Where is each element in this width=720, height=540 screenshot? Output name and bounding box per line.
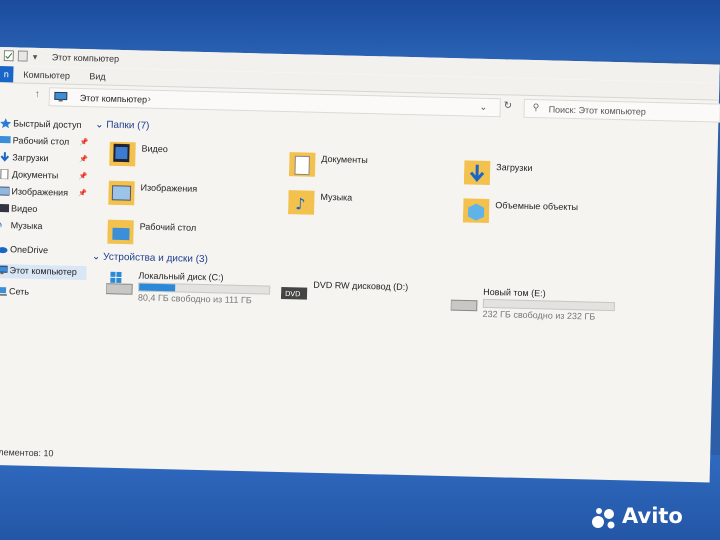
watermark-text: Avito [622, 504, 683, 528]
sidebar-item-quick-access[interactable]: Быстрый доступ [0, 117, 90, 133]
pin-icon[interactable]: 📌 [78, 189, 87, 197]
sidebar-item-label: Быстрый доступ [13, 118, 82, 131]
window-title: Этот компьютер [51, 52, 120, 64]
folder-label: Загрузки [496, 162, 533, 174]
video-icon [0, 203, 10, 213]
music-folder-icon: ♪ [288, 186, 317, 217]
folder-documents[interactable]: Документы [288, 148, 460, 188]
up-arrow-icon[interactable]: ↑ [35, 89, 40, 100]
images-folder-icon [108, 177, 137, 208]
folder-label: Объемные объекты [495, 200, 579, 213]
drive-c[interactable]: Локальный диск (C:) 80,4 ГБ свободно из … [105, 270, 277, 306]
content-pane: ⌄ Папки (7) Видео Документы Загрузки Изо… [82, 119, 718, 464]
tab-view[interactable]: Вид [89, 71, 106, 81]
downloads-folder-icon [463, 156, 493, 187]
tab-file[interactable]: n [0, 65, 14, 83]
sidebar-item-images[interactable]: Изображения 📌 [0, 185, 89, 201]
sidebar-item-onedrive[interactable]: OneDrive [0, 243, 87, 259]
address-path: Этот компьютер [79, 92, 148, 105]
sidebar-item-label: Рабочий стол [12, 135, 70, 147]
folders-group-header[interactable]: ⌄ Папки (7) [95, 119, 150, 131]
pin-icon[interactable]: 📌 [80, 138, 89, 146]
svg-text:DVD: DVD [285, 290, 301, 298]
drive-e[interactable]: Новый том (E:) 232 ГБ свободно из 232 ГБ [450, 286, 622, 322]
sidebar-item-label: OneDrive [9, 244, 49, 256]
chevron-down-icon: ⌄ [91, 251, 101, 263]
pin-icon[interactable]: 📌 [79, 155, 88, 163]
chevron-down-icon: ⌄ [94, 119, 104, 131]
documents-folder-icon [288, 148, 318, 179]
sidebar-item-label: Этот компьютер [9, 265, 77, 277]
computer-icon [54, 91, 68, 104]
windows-drive-icon [105, 270, 135, 301]
quick-access-dropdown-icon[interactable]: ▾ [33, 52, 43, 63]
folder-downloads[interactable]: Загрузки [463, 156, 635, 196]
drive-label: Локальный диск (C:) [138, 270, 224, 283]
sidebar-item-desktop[interactable]: Рабочий стол 📌 [0, 134, 90, 150]
search-placeholder: Поиск: Этот компьютер [548, 104, 646, 117]
address-dropdown-icon[interactable]: ⌄ [480, 102, 488, 113]
folder-label: Документы [321, 153, 368, 166]
folder-label: Видео [141, 143, 168, 155]
computer-icon [0, 265, 9, 275]
drive-label: Новый том (E:) [483, 286, 546, 299]
hard-drive-icon [450, 286, 480, 317]
sidebar-item-this-pc[interactable]: Этот компьютер [0, 263, 87, 281]
document-icon [0, 168, 10, 180]
tab-computer[interactable]: Компьютер [23, 70, 70, 81]
folder-label: Музыка [320, 191, 353, 203]
avito-logo-icon [590, 506, 618, 532]
sidebar-item-network[interactable]: Сеть [0, 285, 86, 301]
sidebar-item-label: Документы [11, 169, 59, 181]
folder-desktop[interactable]: Рабочий стол [107, 216, 278, 256]
explorer-window: ▾ Этот компьютер n Компьютер Вид ↑ Этот … [0, 47, 720, 483]
pin-icon[interactable]: 📌 [79, 172, 88, 180]
navigation-pane: Быстрый доступ Рабочий стол 📌 Загрузки 📌… [0, 117, 90, 449]
image-icon [0, 186, 11, 196]
sidebar-item-music[interactable]: ♪ Музыка [0, 219, 88, 235]
refresh-icon[interactable]: ↻ [504, 100, 513, 111]
drive-free-space: 232 ГБ свободно из 232 ГБ [482, 308, 596, 322]
sidebar-item-label: Изображения [11, 186, 69, 198]
desktop-folder-icon [107, 216, 136, 247]
network-icon [0, 286, 7, 296]
sidebar-item-documents[interactable]: Документы 📌 [0, 168, 89, 184]
item-count: Элементов: 10 [0, 446, 54, 459]
sidebar-item-downloads[interactable]: Загрузки 📌 [0, 151, 89, 167]
search-input[interactable]: ⚲ Поиск: Этот компьютер [523, 98, 720, 123]
folder-video[interactable]: Видео [109, 138, 280, 178]
music-icon: ♪ [0, 219, 3, 232]
folder-3d-objects[interactable]: Объемные объекты [462, 194, 634, 234]
properties-icon[interactable] [3, 50, 14, 62]
sidebar-item-label: Сеть [8, 286, 30, 297]
drives-heading: Устройства и диски (3) [102, 251, 209, 266]
sidebar-item-label: Музыка [10, 220, 43, 232]
download-icon [0, 152, 10, 162]
folder-music[interactable]: ♪ Музыка [288, 186, 459, 226]
folders-heading: Папки (7) [106, 119, 150, 132]
drives-group-header[interactable]: ⌄ Устройства и диски (3) [92, 251, 208, 265]
svg-text:♪: ♪ [295, 194, 306, 213]
sidebar-item-label: Видео [10, 203, 38, 214]
folder-label: Рабочий стол [139, 221, 197, 233]
drive-usage-fill [139, 283, 176, 292]
desktop-icon [0, 135, 11, 145]
cloud-icon [0, 244, 8, 254]
new-folder-icon[interactable] [17, 50, 28, 62]
star-icon [0, 118, 12, 129]
search-icon: ⚲ [532, 102, 540, 113]
drive-free-space: 80,4 ГБ свободно из 111 ГБ [137, 292, 252, 306]
sidebar-item-label: Загрузки [12, 152, 49, 164]
avito-watermark: Avito [590, 504, 700, 530]
folder-label: Изображения [140, 182, 198, 194]
3d-objects-folder-icon [462, 194, 492, 225]
dvd-drive-icon: DVD [280, 279, 310, 310]
folder-images[interactable]: Изображения [108, 177, 279, 217]
drive-d[interactable]: DVD DVD RW дисковод (D:) [280, 279, 452, 315]
breadcrumb-separator: › [147, 93, 151, 104]
drive-label: DVD RW дисковод (D:) [313, 279, 409, 293]
video-folder-icon [109, 138, 138, 169]
sidebar-item-video[interactable]: Видео [0, 202, 88, 218]
